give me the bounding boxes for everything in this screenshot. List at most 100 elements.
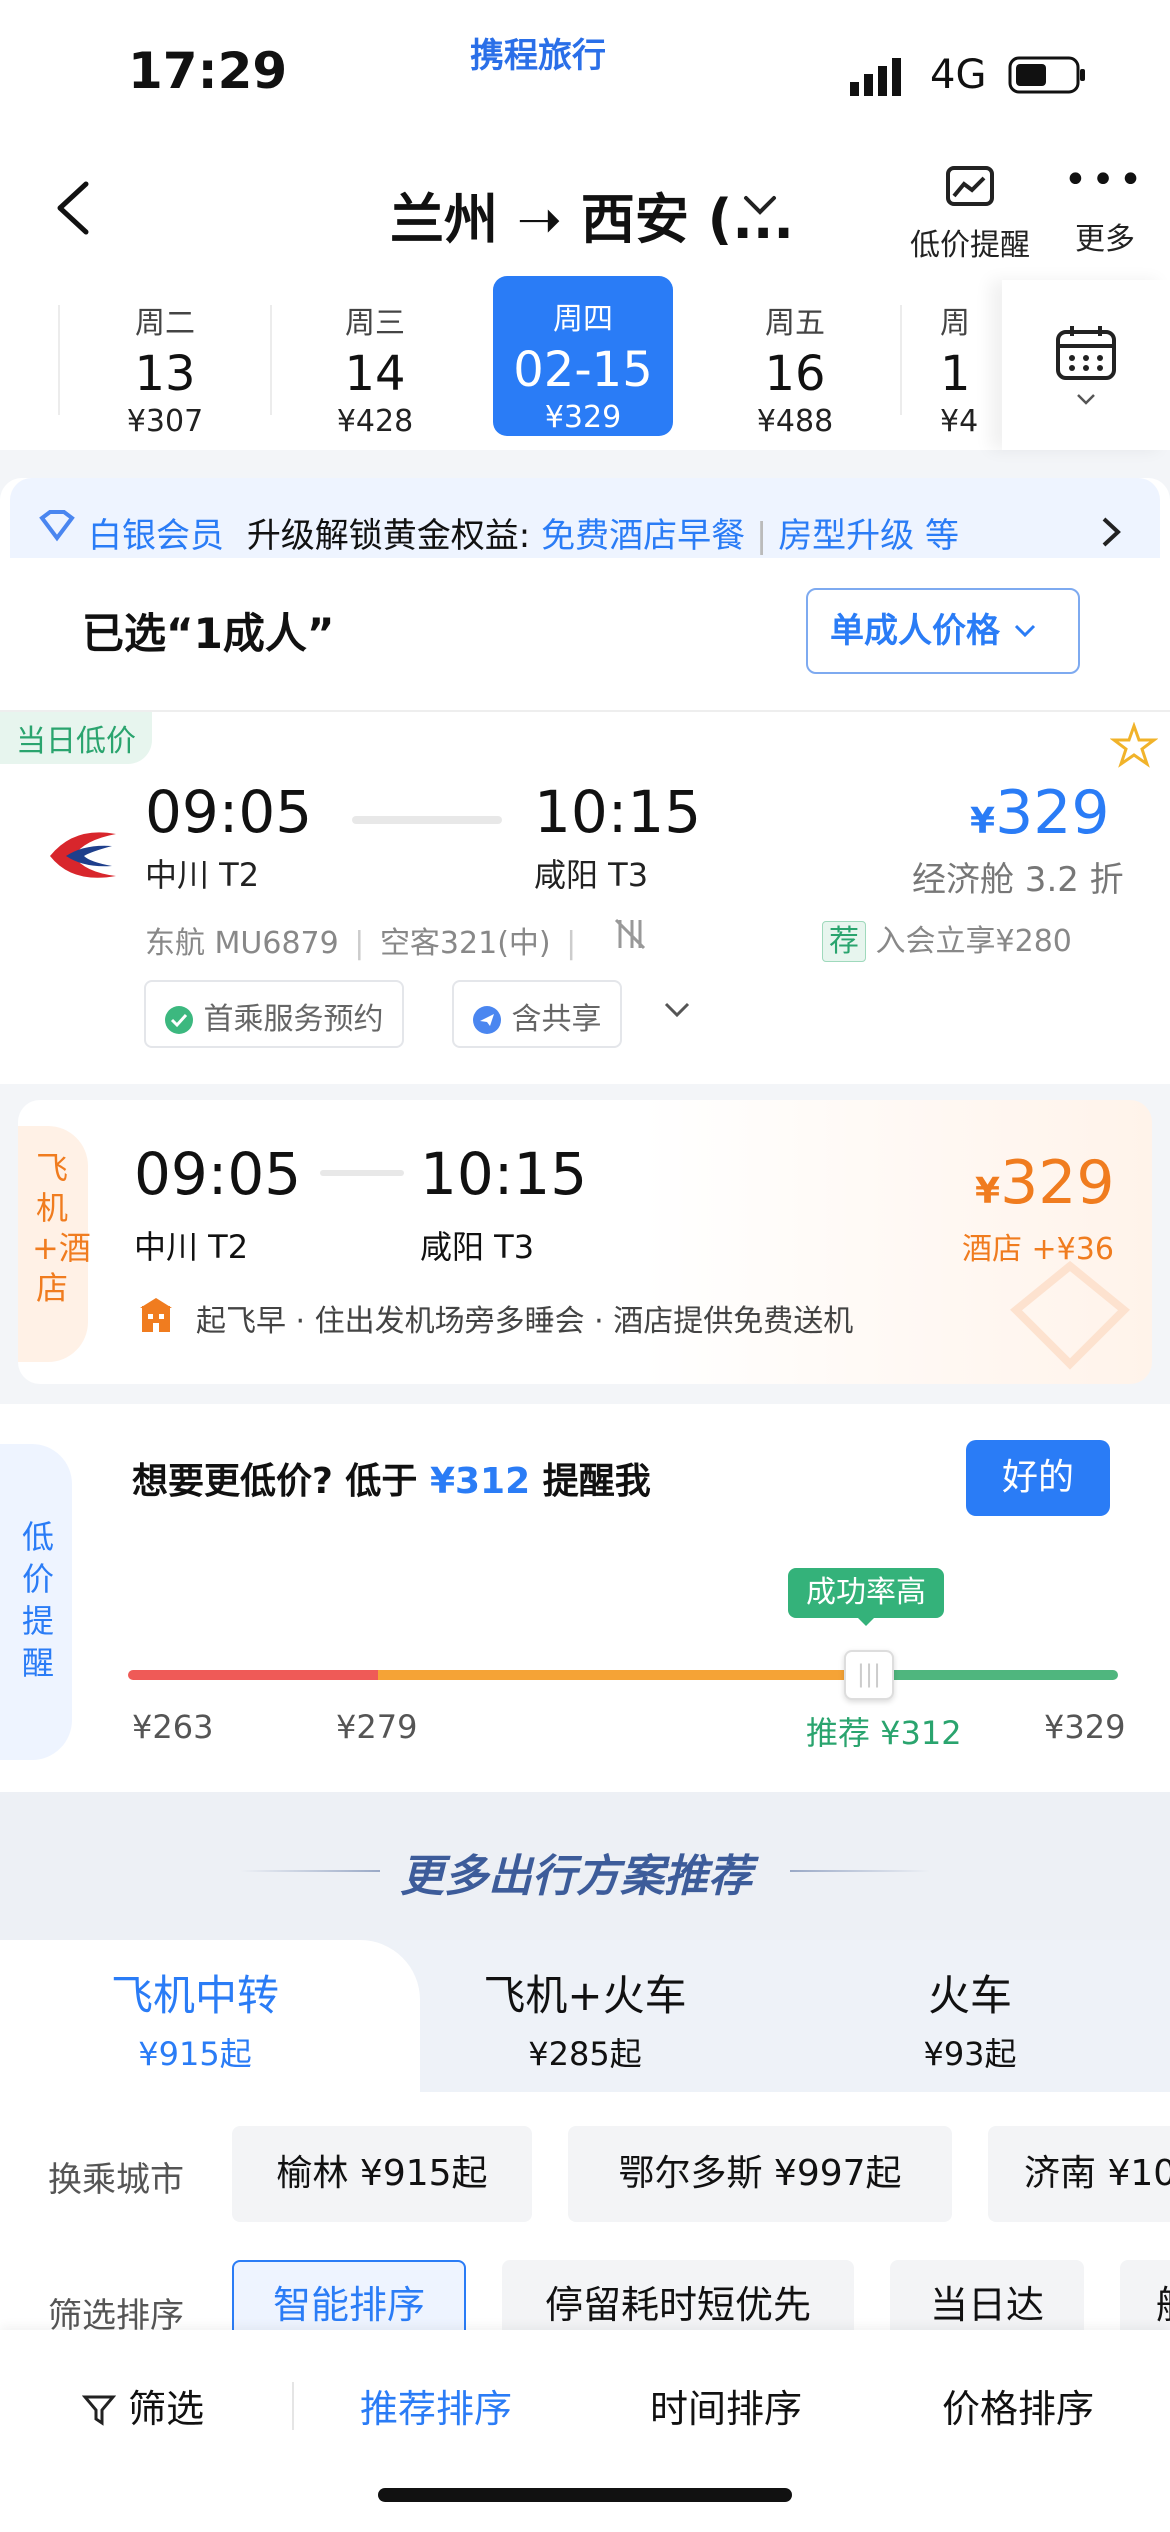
filter-icon xyxy=(81,2387,117,2431)
price-alert-label: 低价提醒 xyxy=(21,1518,54,1682)
date-price: ¥488 xyxy=(756,404,834,439)
watermark-logo xyxy=(1010,1260,1130,1374)
chart-alert-icon xyxy=(910,160,1030,220)
hotel-icon xyxy=(138,1296,174,1338)
slider-track-orange xyxy=(378,1670,868,1680)
slider-tick: ¥279 xyxy=(336,1708,418,1746)
member-offer[interactable]: 荐 入会立享¥280 xyxy=(822,916,1072,962)
service-label: 首乘服务预约 xyxy=(203,1002,384,1037)
date-day: 02-15 xyxy=(513,342,653,398)
brand-logo: 携程旅行 xyxy=(470,36,606,76)
chevron-down-icon[interactable] xyxy=(740,192,780,226)
alert-threshold: ¥312 xyxy=(429,1461,531,1502)
filter-button[interactable]: 筛选 xyxy=(81,2378,205,2433)
tooltip-arrow xyxy=(856,1616,876,1626)
date-day: 14 xyxy=(344,346,406,402)
tab-flight-train[interactable]: 飞机+火车 ¥285起 xyxy=(440,1962,730,2075)
departure-time: 09:05 xyxy=(145,778,313,846)
member-text: 白银会员 升级解锁黄金权益: 免费酒店早餐 | 房型升级 等 xyxy=(88,516,959,556)
low-price-alert-button[interactable]: 低价提醒 xyxy=(910,160,1030,264)
star-icon[interactable] xyxy=(1109,721,1159,774)
time-sort-button[interactable]: 时间排序 xyxy=(650,2378,802,2433)
date-price: ¥307 xyxy=(126,404,204,439)
date-day: 1 xyxy=(940,346,971,402)
date-option[interactable]: 周二 13 ¥307 xyxy=(75,290,255,440)
divider xyxy=(58,305,60,415)
tab-flight-transfer[interactable]: 飞机中转 ¥915起 xyxy=(60,1962,330,2075)
slider-handle[interactable]: ||| xyxy=(844,1650,894,1700)
plane-circle-icon xyxy=(472,1002,502,1037)
date-day: 13 xyxy=(134,346,196,402)
route-title[interactable]: 兰州 ➝ 西安 (... xyxy=(390,175,794,254)
tab-price: ¥285起 xyxy=(528,2035,642,2073)
date-price: ¥4 xyxy=(940,404,979,439)
date-price: ¥329 xyxy=(544,400,622,435)
date-option[interactable]: 周五 16 ¥488 xyxy=(705,290,885,440)
date-weekday: 周三 xyxy=(345,306,405,341)
service-label: 含共享 xyxy=(511,1002,602,1037)
chevron-down-icon xyxy=(1012,611,1038,651)
recommend-sort-button[interactable]: 推荐排序 xyxy=(360,2378,512,2433)
airline-flight-number: 东航 MU6879 xyxy=(145,926,339,961)
date-option[interactable]: 周三 14 ¥428 xyxy=(285,290,465,440)
no-meal-icon xyxy=(612,916,648,956)
divider xyxy=(790,1870,930,1872)
passenger-selection: 已选“1成人” xyxy=(82,609,335,658)
tab-train[interactable]: 火车 ¥93起 xyxy=(850,1962,1090,2075)
city-chip[interactable]: 鄂尔多斯 ¥997起 xyxy=(568,2126,952,2222)
date-price: ¥428 xyxy=(336,404,414,439)
city-chip[interactable]: 榆林 ¥915起 xyxy=(232,2126,532,2222)
arrival-airport: 咸阳 T3 xyxy=(534,856,649,894)
first-flight-service-chip[interactable]: 首乘服务预约 xyxy=(144,980,404,1048)
alert-title: 想要更低价? 低于 ¥312 提醒我 xyxy=(132,1452,651,1504)
network-type: 4G xyxy=(930,52,987,98)
chevron-right-icon[interactable] xyxy=(1100,515,1124,553)
more-dots-icon: ••• xyxy=(1063,157,1147,203)
combo-price: ¥329 xyxy=(975,1148,1115,1218)
member-price: 入会立享¥280 xyxy=(875,924,1072,959)
recommend-tag: 荐 xyxy=(822,921,866,962)
filter-label: 筛选 xyxy=(128,2387,205,2431)
arrival-time: 10:15 xyxy=(420,1140,588,1208)
more-options-title: 更多出行方案推荐 xyxy=(400,1851,752,1902)
chevron-down-icon[interactable] xyxy=(662,1000,692,1026)
flight-hotel-label: 飞机+酒店 xyxy=(32,1149,91,1307)
price-mode-label: 单成人价格 xyxy=(830,611,1000,651)
flight-line xyxy=(320,1170,404,1176)
price-mode-select[interactable]: 单成人价格 xyxy=(806,588,1080,674)
city-chip[interactable]: 济南 ¥10 xyxy=(988,2126,1170,2222)
ok-button[interactable]: 好的 xyxy=(966,1440,1110,1516)
date-day: 16 xyxy=(764,346,826,402)
date-weekday: 周二 xyxy=(135,306,195,341)
date-option-selected[interactable]: 周四 02-15 ¥329 xyxy=(493,276,673,436)
departure-time: 09:05 xyxy=(134,1140,302,1208)
home-indicator xyxy=(378,2488,792,2502)
alert-title-suffix: 提醒我 xyxy=(530,1461,651,1502)
price-value: 329 xyxy=(1000,1148,1115,1218)
member-upgrade-text: 升级解锁黄金权益: xyxy=(246,516,531,556)
member-benefit: 免费酒店早餐 xyxy=(541,516,746,556)
departure-airport: 中川 T2 xyxy=(134,1228,249,1266)
date-option[interactable]: 周 1 ¥4 xyxy=(940,290,1000,440)
back-icon[interactable] xyxy=(52,178,92,242)
currency-symbol: ¥ xyxy=(975,1171,1001,1212)
tab-price: ¥93起 xyxy=(923,2035,1017,2073)
divider xyxy=(292,2382,294,2430)
slider-tick: ¥329 xyxy=(1044,1708,1126,1746)
price-value: 329 xyxy=(995,778,1110,848)
date-weekday: 周五 xyxy=(765,306,825,341)
price-sort-button[interactable]: 价格排序 xyxy=(942,2378,1094,2433)
codeshare-chip[interactable]: 含共享 xyxy=(452,980,622,1048)
cabin-discount: 经济舱 3.2 折 xyxy=(912,860,1124,900)
tab-label: 飞机+火车 xyxy=(483,1971,687,2020)
check-circle-icon xyxy=(164,1002,194,1037)
slider-track-red xyxy=(128,1670,378,1680)
flight-line xyxy=(352,816,502,824)
calendar-button[interactable] xyxy=(1002,280,1170,450)
chevron-down-icon xyxy=(1076,392,1096,411)
departure-airport: 中川 T2 xyxy=(145,856,260,894)
more-button[interactable]: ••• 更多 xyxy=(1060,160,1150,258)
flight-price: ¥329 xyxy=(970,778,1110,848)
alert-label: 低价提醒 xyxy=(910,228,1030,263)
tab-price: ¥915起 xyxy=(138,2035,252,2073)
